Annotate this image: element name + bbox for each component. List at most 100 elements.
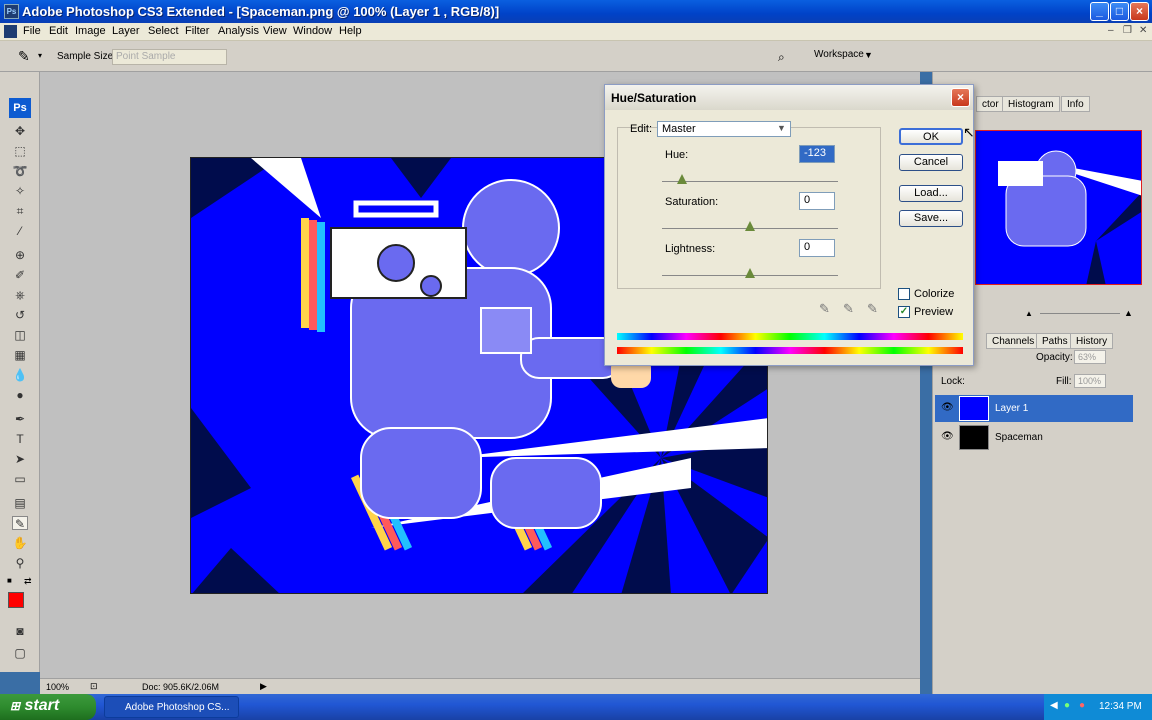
dialog-title-bar[interactable]: Hue/Saturation × xyxy=(605,85,973,110)
tab-histogram[interactable]: Histogram xyxy=(1002,96,1060,112)
path-selection-tool-icon[interactable]: ➤ xyxy=(12,452,28,466)
magic-wand-tool-icon[interactable]: ✧ xyxy=(12,184,28,198)
tab-channels[interactable]: Channels xyxy=(986,333,1041,349)
tray-security-icon[interactable]: ● xyxy=(1079,700,1085,711)
workspace-chevron-icon[interactable]: ▼ xyxy=(864,50,873,60)
menu-window[interactable]: Window xyxy=(293,25,332,37)
menu-analysis[interactable]: Analysis xyxy=(218,25,259,37)
preview-checkbox[interactable]: ✓ xyxy=(898,306,910,318)
start-button[interactable]: ⊞ start xyxy=(0,694,96,720)
tool-preset-chevron-icon[interactable]: ▾ xyxy=(38,51,42,60)
opacity-input[interactable]: 63% xyxy=(1074,350,1106,364)
screen-mode-icon[interactable]: ▢ xyxy=(12,646,28,660)
shape-tool-icon[interactable]: ▭ xyxy=(12,472,28,486)
menu-select[interactable]: Select xyxy=(148,25,179,37)
mdi-restore-icon[interactable]: ❐ xyxy=(1123,25,1132,36)
visibility-eye-icon[interactable]: 👁 xyxy=(941,402,954,413)
menu-filter[interactable]: Filter xyxy=(185,25,209,37)
edit-label: Edit: xyxy=(630,123,653,135)
colorize-checkbox[interactable] xyxy=(898,288,910,300)
workspace-button[interactable]: Workspace xyxy=(814,49,864,60)
save-button[interactable]: Save... xyxy=(899,210,963,227)
tab-info[interactable]: Info xyxy=(1061,96,1090,112)
mdi-minimize-icon[interactable]: – xyxy=(1108,25,1114,36)
marquee-tool-icon[interactable]: ⬚ xyxy=(12,144,28,158)
maximize-button[interactable]: □ xyxy=(1110,2,1129,21)
eraser-tool-icon[interactable]: ◫ xyxy=(12,328,28,342)
zoom-level[interactable]: 100% xyxy=(46,682,69,692)
eyedropper-plus-icon[interactable]: ✎ xyxy=(843,301,854,317)
crop-tool-icon[interactable]: ⌗ xyxy=(12,204,28,218)
move-tool-icon[interactable]: ✥ xyxy=(12,124,28,138)
bridge-icon[interactable]: ⌕ xyxy=(778,50,785,65)
navigator-thumbnail[interactable] xyxy=(975,130,1142,285)
saturation-input[interactable]: 0 xyxy=(799,192,835,210)
taskbar-item-photoshop[interactable]: Adobe Photoshop CS... xyxy=(104,696,239,718)
visibility-eye-icon[interactable]: 👁 xyxy=(941,431,954,442)
cancel-button[interactable]: Cancel xyxy=(899,154,963,171)
dialog-close-button[interactable]: × xyxy=(951,88,970,107)
eyedropper-minus-icon[interactable]: ✎ xyxy=(867,301,878,317)
lightness-input[interactable]: 0 xyxy=(799,239,835,257)
minimize-button[interactable]: _ xyxy=(1090,2,1109,21)
zoom-out-icon[interactable]: ▲ xyxy=(1025,309,1033,318)
gradient-tool-icon[interactable]: ▦ xyxy=(12,348,28,362)
zoom-tool-icon[interactable]: ⚲ xyxy=(12,556,28,570)
dodge-tool-icon[interactable]: ● xyxy=(12,388,28,402)
blur-tool-icon[interactable]: 💧 xyxy=(12,368,28,382)
brush-tool-icon[interactable]: ✐ xyxy=(12,268,28,282)
menu-image[interactable]: Image xyxy=(75,25,106,37)
healing-brush-tool-icon[interactable]: ⊕ xyxy=(12,248,28,262)
menu-layer[interactable]: Layer xyxy=(112,25,140,37)
status-nav-icon[interactable]: ⊡ xyxy=(90,681,98,692)
menu-help[interactable]: Help xyxy=(339,25,362,37)
quick-mask-icon[interactable]: ◙ xyxy=(12,624,28,638)
layer-row-spaceman[interactable]: 👁 Spaceman xyxy=(935,424,1133,451)
history-brush-tool-icon[interactable]: ↺ xyxy=(12,308,28,322)
layer-row-layer-1[interactable]: 👁 Layer 1 xyxy=(935,395,1133,422)
status-menu-arrow-icon[interactable]: ▶ xyxy=(260,681,267,692)
hue-input[interactable]: -123 xyxy=(799,145,835,163)
tab-navigator[interactable]: ctor xyxy=(976,96,1005,112)
edit-select[interactable]: Master xyxy=(657,121,791,137)
hand-tool-icon[interactable]: ✋ xyxy=(12,536,28,550)
fill-input[interactable]: 100% xyxy=(1074,374,1106,388)
foreground-color-swatch[interactable] xyxy=(8,592,24,608)
menu-bar: File Edit Image Layer Select Filter Anal… xyxy=(0,23,1152,41)
pen-tool-icon[interactable]: ✒ xyxy=(12,412,28,426)
toolbox-ps-logo: Ps xyxy=(9,98,31,118)
tab-history[interactable]: History xyxy=(1070,333,1114,349)
saturation-slider-thumb[interactable] xyxy=(745,221,755,231)
options-bar: ✎ ▾ Sample Size: Point Sample ⌕ Workspac… xyxy=(0,41,1152,72)
navigator-zoom-slider[interactable] xyxy=(1040,313,1120,314)
hue-slider[interactable] xyxy=(662,181,838,182)
hue-slider-thumb[interactable] xyxy=(677,174,687,184)
chevron-down-icon[interactable]: ▼ xyxy=(777,123,786,133)
swap-colors-icon[interactable]: ⇄ xyxy=(24,576,32,587)
zoom-in-icon[interactable]: ▲ xyxy=(1124,308,1133,318)
eyedropper-icon[interactable]: ✎ xyxy=(819,301,830,317)
type-tool-icon[interactable]: T xyxy=(12,432,28,446)
layer-thumbnail xyxy=(959,396,989,421)
lasso-tool-icon[interactable]: ➰ xyxy=(12,164,28,178)
eyedropper-tool-icon[interactable]: ✎ xyxy=(18,48,30,65)
lightness-slider-thumb[interactable] xyxy=(745,268,755,278)
notes-tool-icon[interactable]: ▤ xyxy=(12,496,28,510)
eyedropper-tool-icon[interactable]: ✎ xyxy=(12,516,28,531)
tray-network-icon[interactable]: ● xyxy=(1064,700,1070,711)
document-icon[interactable] xyxy=(4,25,17,38)
menu-file[interactable]: File xyxy=(23,25,41,37)
slice-tool-icon[interactable]: ⁄ xyxy=(12,224,28,238)
default-colors-icon[interactable]: ■ xyxy=(7,576,12,585)
menu-edit[interactable]: Edit xyxy=(49,25,68,37)
sample-size-select[interactable]: Point Sample xyxy=(112,49,227,65)
tab-paths[interactable]: Paths xyxy=(1036,333,1074,349)
load-button[interactable]: Load... xyxy=(899,185,963,202)
taskbar: ⊞ start Adobe Photoshop CS... ◀ ● ● 12:3… xyxy=(0,694,1152,720)
menu-view[interactable]: View xyxy=(263,25,287,37)
mdi-close-icon[interactable]: ✕ xyxy=(1139,25,1147,36)
clone-stamp-tool-icon[interactable]: ⎈ xyxy=(12,288,28,302)
ok-button[interactable]: OK xyxy=(899,128,963,145)
tray-arrow-icon[interactable]: ◀ xyxy=(1050,700,1058,711)
close-button[interactable]: × xyxy=(1130,2,1149,21)
